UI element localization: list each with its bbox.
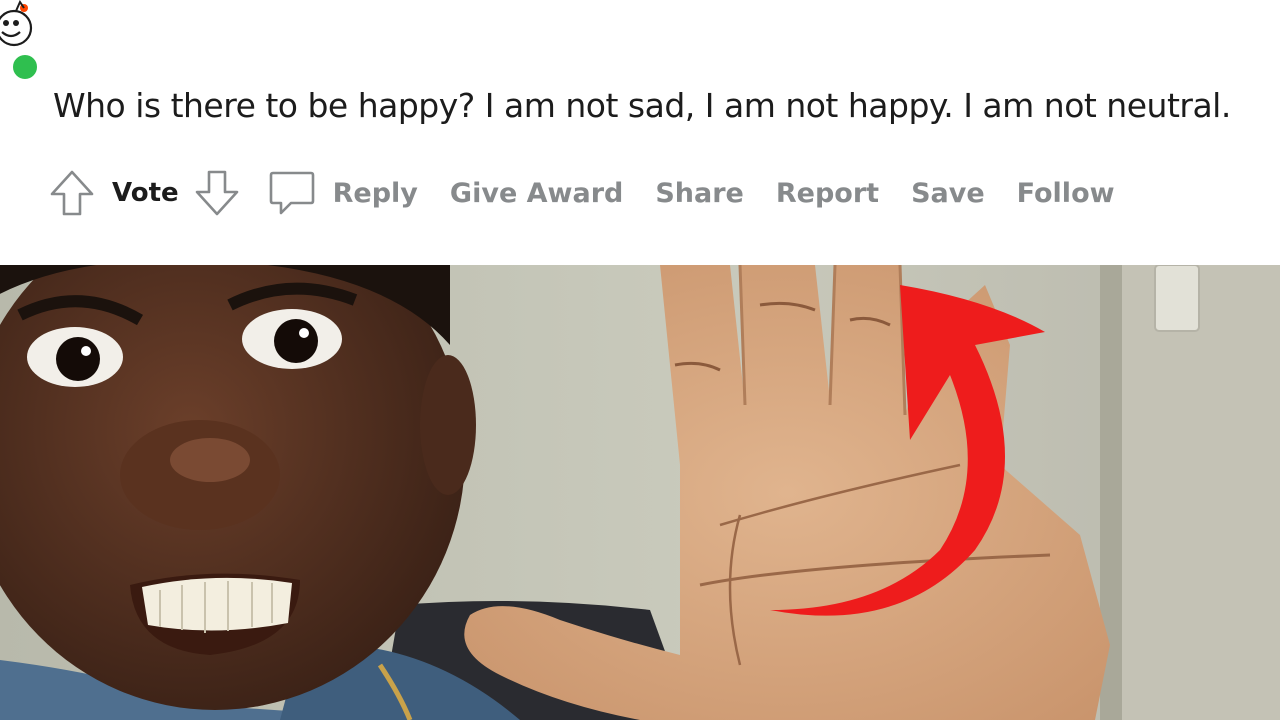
- share-button[interactable]: Share: [655, 178, 744, 209]
- person-raised-hand-photo: [0, 265, 1280, 720]
- comment-body: Who is there to be happy? I am not sad, …: [53, 86, 1231, 125]
- arrow-down-icon[interactable]: [193, 168, 241, 218]
- reaction-photo: [0, 265, 1280, 720]
- report-button[interactable]: Report: [776, 178, 879, 209]
- vote-label: Vote: [112, 178, 179, 208]
- reply-label: Reply: [332, 177, 418, 209]
- arrow-up-icon[interactable]: [48, 168, 96, 218]
- user-avatar[interactable]: [0, 0, 36, 50]
- speech-bubble-icon: [267, 167, 317, 219]
- give-award-button[interactable]: Give Award: [450, 178, 623, 209]
- snoo-avatar-icon: [0, 0, 33, 47]
- save-button[interactable]: Save: [911, 178, 985, 209]
- follow-button[interactable]: Follow: [1017, 178, 1115, 209]
- comment-panel: Who is there to be happy? I am not sad, …: [0, 0, 1280, 265]
- comment-actions: Vote Reply Give Award Share Report Save …: [48, 165, 1115, 221]
- vote-group: Vote: [48, 168, 241, 218]
- online-status-indicator: [11, 53, 39, 81]
- reply-button[interactable]: Reply: [267, 167, 418, 219]
